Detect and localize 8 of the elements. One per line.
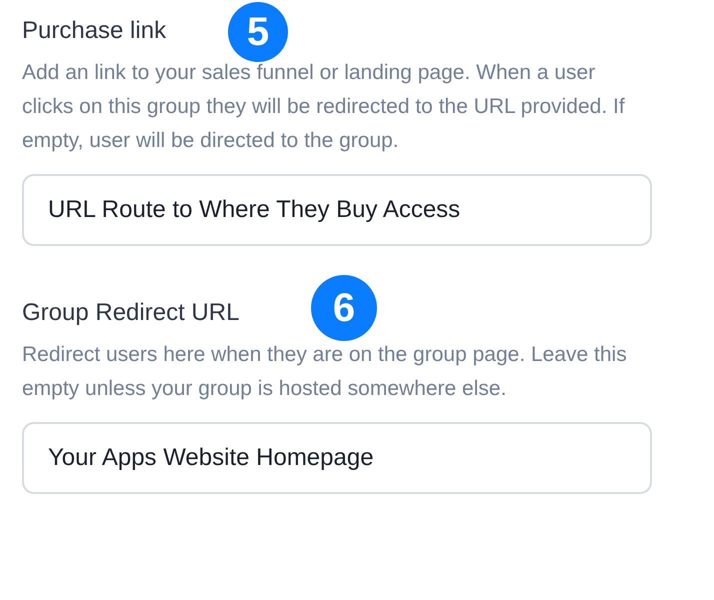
text-field[interactable]: URL Route to Where They Buy Access	[22, 174, 652, 246]
field-description: Add an link to your sales funnel or landing page. When a user clicks on this group they will be redirected to the URL provided. If empty, user will be directed to the group.	[22, 60, 626, 154]
field-label: Purchase link	[22, 16, 166, 46]
step-badge: 5	[228, 2, 288, 62]
field-label: Group Redirect URL	[22, 298, 240, 328]
text-field[interactable]: Your Apps Website Homepage	[22, 422, 652, 494]
step-badge: 6	[311, 275, 377, 341]
field-description: Redirect users here when they are on the group page. Leave this empty unless your group is hosted somewhere else.	[22, 342, 628, 402]
